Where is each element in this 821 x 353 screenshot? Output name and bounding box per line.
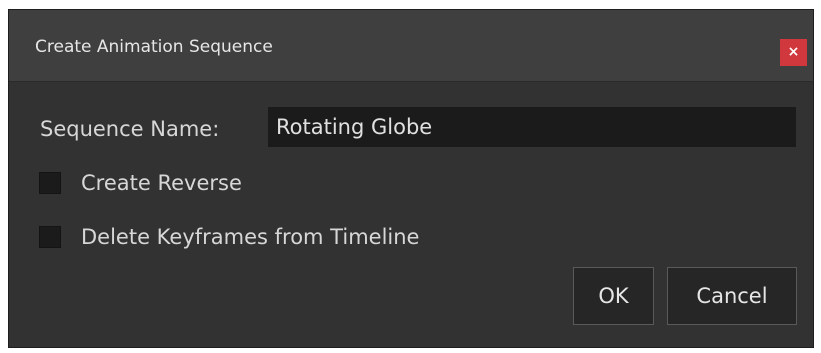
dialog-titlebar[interactable]: Create Animation Sequence × [9,10,813,82]
delete-keyframes-label[interactable]: Delete Keyframes from Timeline [81,224,419,250]
ok-button[interactable]: OK [573,267,654,325]
create-reverse-checkbox[interactable] [39,172,61,194]
delete-keyframes-checkbox[interactable] [39,226,61,248]
create-reverse-label[interactable]: Create Reverse [81,170,242,196]
sequence-name-input[interactable] [268,107,796,147]
sequence-name-label: Sequence Name: [40,117,220,141]
create-animation-sequence-dialog: Create Animation Sequence × Sequence Nam… [8,9,814,348]
close-icon: × [787,44,800,60]
dialog-title: Create Animation Sequence [35,37,273,57]
cancel-button[interactable]: Cancel [667,267,797,325]
close-button[interactable]: × [780,39,807,66]
